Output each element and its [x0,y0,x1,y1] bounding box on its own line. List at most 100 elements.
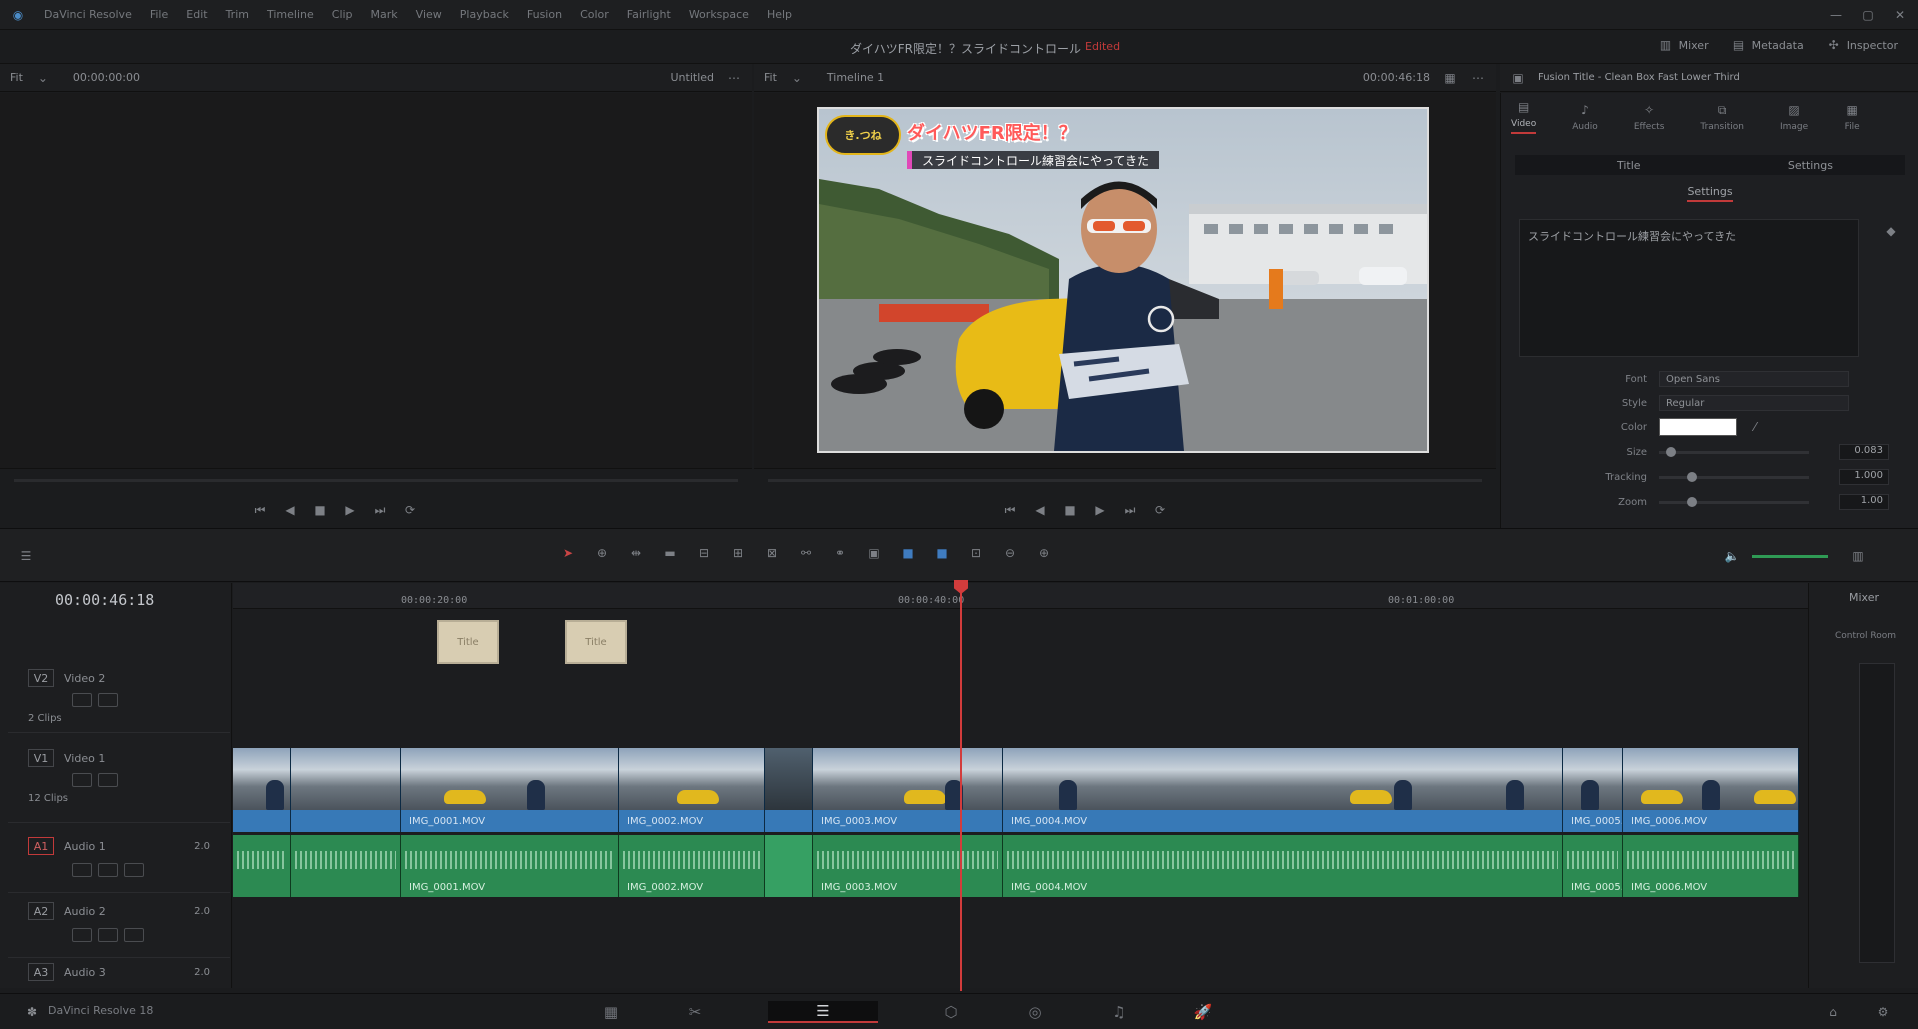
dynamic-trim-icon[interactable]: ⇹ [628,545,644,561]
reverse-icon[interactable]: ◀ [1032,502,1048,518]
mute-icon[interactable] [124,863,144,877]
mixer-toggle[interactable]: ▥ Mixer [1658,37,1709,53]
eyedropper-icon[interactable]: ⁄ [1747,419,1763,435]
menu-color[interactable]: Color [580,8,609,21]
video-clip[interactable]: IMG_0005.MOV [1563,748,1623,832]
size-value[interactable]: 0.083 [1839,444,1889,460]
solo-icon[interactable] [98,928,118,942]
jump-end-icon[interactable]: ⏭ [1122,502,1138,518]
flag-icon[interactable]: ■ [900,545,916,561]
video-clip[interactable] [765,748,813,832]
lock-track-icon[interactable] [72,928,92,942]
stop-icon[interactable]: ■ [312,502,328,518]
audio-clip[interactable]: IMG_0006.MOV [1623,835,1799,897]
timeline-view-options-icon[interactable]: ☰ [18,548,34,564]
menu-fusion[interactable]: Fusion [527,8,562,21]
linked-selection-icon[interactable]: ⚭ [832,545,848,561]
reverse-icon[interactable]: ◀ [282,502,298,518]
tracking-slider[interactable] [1659,471,1809,482]
solo-icon[interactable] [98,863,118,877]
program-timeline-name[interactable]: Timeline 1 [827,71,884,84]
tab-file[interactable]: ▦ File [1844,102,1860,132]
loop-icon[interactable]: ⟳ [402,502,418,518]
track-a3-name[interactable]: Audio 3 [64,966,106,979]
menu-trim[interactable]: Trim [226,8,249,21]
zoom-out-icon[interactable]: ⊖ [1002,545,1018,561]
audio-clip[interactable]: IMG_0004.MOV [1003,835,1563,897]
menu-mark[interactable]: Mark [371,8,398,21]
fusion-page-icon[interactable]: ⬡ [940,1001,962,1023]
rich-text-field[interactable]: スライドコントロール練習会にやってきた [1519,219,1859,357]
source-viewer[interactable] [0,93,752,468]
playhead[interactable] [960,583,962,991]
menu-edit[interactable]: Edit [186,8,207,21]
snapping-icon[interactable]: ⚯ [798,545,814,561]
menu-fairlight[interactable]: Fairlight [627,8,671,21]
audio-level-icon[interactable]: 🔈 [1724,548,1740,564]
grid-icon[interactable]: ▦ [1442,70,1458,86]
keyframe-icon[interactable]: ◆ [1883,223,1899,239]
menu-workspace[interactable]: Workspace [689,8,749,21]
tab-audio[interactable]: ♪ Audio [1572,102,1598,132]
size-slider[interactable] [1659,446,1809,457]
stop-icon[interactable]: ■ [1062,502,1078,518]
audio-clip[interactable] [233,835,291,897]
lock-track-icon[interactable] [72,773,92,787]
zoom-slider-knob[interactable] [1687,496,1697,507]
marker-icon[interactable]: ■ [934,545,950,561]
color-page-icon[interactable]: ◎ [1024,1001,1046,1023]
video-clip[interactable]: IMG_0003.MOV [813,748,1003,832]
subtab-title[interactable]: Title [1617,159,1641,172]
menu-view[interactable]: View [416,8,442,21]
subtab-settings[interactable]: Settings [1788,159,1833,172]
cut-page-icon[interactable]: ✂ [684,1001,706,1023]
position-lock-icon[interactable]: ▣ [866,545,882,561]
jump-start-icon[interactable]: ⏮ [252,502,268,518]
video-clip[interactable]: IMG_0004.MOV [1003,748,1563,832]
mixer-toggle-icon[interactable]: ▥ [1850,548,1866,564]
video-clip[interactable] [291,748,401,832]
track-a2-name[interactable]: Audio 2 [64,905,106,918]
loop-icon[interactable]: ⟳ [1152,502,1168,518]
project-manager-icon[interactable]: ⌂ [1825,1004,1841,1020]
menu-file[interactable]: File [150,8,168,21]
overwrite-clip-icon[interactable]: ⊞ [730,545,746,561]
program-zoom[interactable]: Fit [764,71,777,84]
minimize-icon[interactable]: — [1828,7,1844,23]
more-options-icon[interactable]: ⋯ [726,70,742,86]
selection-tool-icon[interactable]: ➤ [560,545,576,561]
lock-track-icon[interactable] [72,863,92,877]
play-icon[interactable]: ▶ [342,502,358,518]
zoom-in-icon[interactable]: ⊕ [1036,545,1052,561]
close-icon[interactable]: ✕ [1892,7,1908,23]
mute-icon[interactable] [124,928,144,942]
auto-track-icon[interactable] [98,693,118,707]
audio-clip[interactable] [765,835,813,897]
play-icon[interactable]: ▶ [1092,502,1108,518]
lock-track-icon[interactable] [72,693,92,707]
zoom-full-icon[interactable]: ⊡ [968,545,984,561]
blade-tool-icon[interactable]: ▬ [662,545,678,561]
tracking-value[interactable]: 1.000 [1839,469,1889,485]
jump-start-icon[interactable]: ⏮ [1002,502,1018,518]
menu-playback[interactable]: Playback [460,8,509,21]
video-clip[interactable]: IMG_0002.MOV [619,748,765,832]
video-clip[interactable]: IMG_0006.MOV [1623,748,1799,832]
chevron-down-icon[interactable]: ⌄ [789,70,805,86]
track-a1-name[interactable]: Audio 1 [64,840,106,853]
video-clip[interactable] [233,748,291,832]
media-page-icon[interactable]: ▦ [600,1001,622,1023]
auto-track-icon[interactable] [98,773,118,787]
audio-volume-slider[interactable] [1752,555,1828,558]
audio-clip[interactable]: IMG_0003.MOV [813,835,1003,897]
size-slider-knob[interactable] [1666,446,1676,457]
audio-clip[interactable] [291,835,401,897]
zoom-value[interactable]: 1.00 [1839,494,1889,510]
panel-icon[interactable]: ▣ [1510,70,1526,86]
metadata-toggle[interactable]: ▤ Metadata [1731,37,1804,53]
trim-tool-icon[interactable]: ⊕ [594,545,610,561]
menu-app[interactable]: DaVinci Resolve [44,8,132,21]
audio-clip[interactable]: IMG_0001.MOV [401,835,619,897]
menu-clip[interactable]: Clip [332,8,353,21]
tab-video[interactable]: ▤ Video [1511,99,1537,134]
